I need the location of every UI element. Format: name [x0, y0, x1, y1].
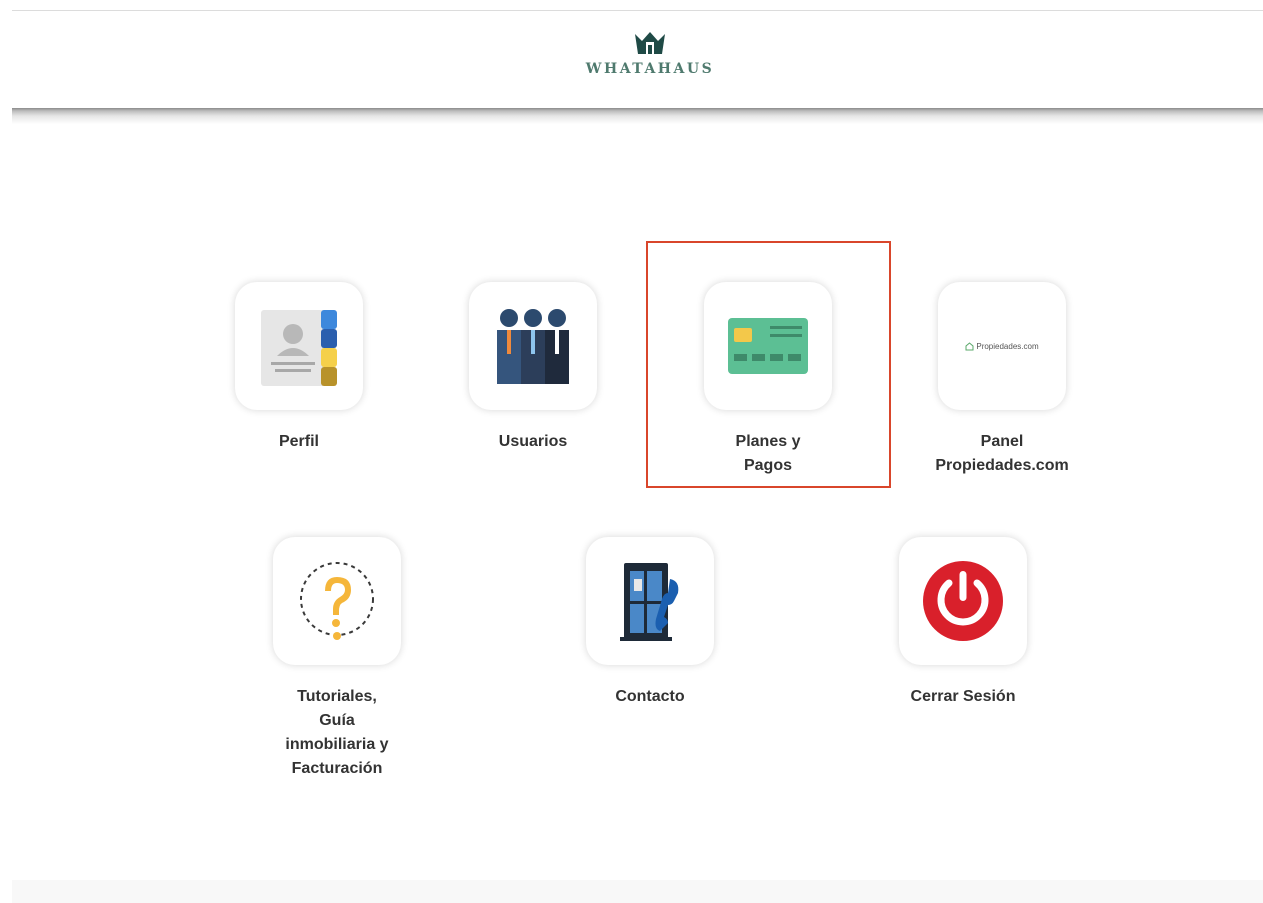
- tile-box: [704, 282, 832, 410]
- menu-item-label: Tutoriales, Guía inmobiliaria y Facturac…: [285, 688, 389, 777]
- tile-box: [586, 537, 714, 665]
- header-shadow: [12, 108, 1263, 124]
- tile-box: [235, 282, 363, 410]
- menu-item-contacto[interactable]: Contacto: [530, 537, 770, 709]
- menu-item-usuarios[interactable]: Usuarios: [413, 282, 653, 454]
- menu-item-label: Cerrar Sesión: [910, 688, 1016, 705]
- power-icon: [923, 561, 1003, 641]
- menu-item-label: Panel Propiedades.com: [935, 433, 1069, 474]
- brand-logo[interactable]: WHATAHAUS: [560, 30, 740, 85]
- brand-name: WHATAHAUS: [585, 61, 715, 77]
- contact-book-icon: [261, 310, 337, 386]
- tile-box: [273, 537, 401, 665]
- house-icon: [965, 341, 974, 350]
- tile-box: [469, 282, 597, 410]
- question-mark-icon: [300, 562, 374, 640]
- crown-house-icon: [635, 32, 665, 54]
- tile-box: [899, 537, 1027, 665]
- phone-booth-icon: [620, 563, 679, 641]
- credit-card-icon: [728, 318, 808, 374]
- tile-box: Propiedades.com: [938, 282, 1066, 410]
- propiedades-logo-text: Propiedades.com: [976, 341, 1039, 351]
- menu-item-label: Usuarios: [498, 433, 568, 450]
- menu-item-cerrar-sesion[interactable]: Cerrar Sesión: [843, 537, 1083, 709]
- menu-item-tutoriales[interactable]: Tutoriales, Guía inmobiliaria y Facturac…: [217, 537, 457, 781]
- menu-item-label: Perfil: [278, 433, 319, 450]
- menu-item-planes-y-pagos[interactable]: Planes y Pagos: [648, 282, 888, 478]
- menu-item-perfil[interactable]: Perfil: [179, 282, 419, 454]
- menu-item-label: Contacto: [615, 688, 685, 705]
- users-group-icon: [497, 309, 569, 384]
- footer: [12, 880, 1263, 903]
- menu-item-panel-propiedades[interactable]: Propiedades.com Panel Propiedades.com: [882, 282, 1122, 478]
- menu-item-label: Planes y Pagos: [735, 433, 801, 474]
- propiedades-logo: Propiedades.com: [965, 341, 1039, 351]
